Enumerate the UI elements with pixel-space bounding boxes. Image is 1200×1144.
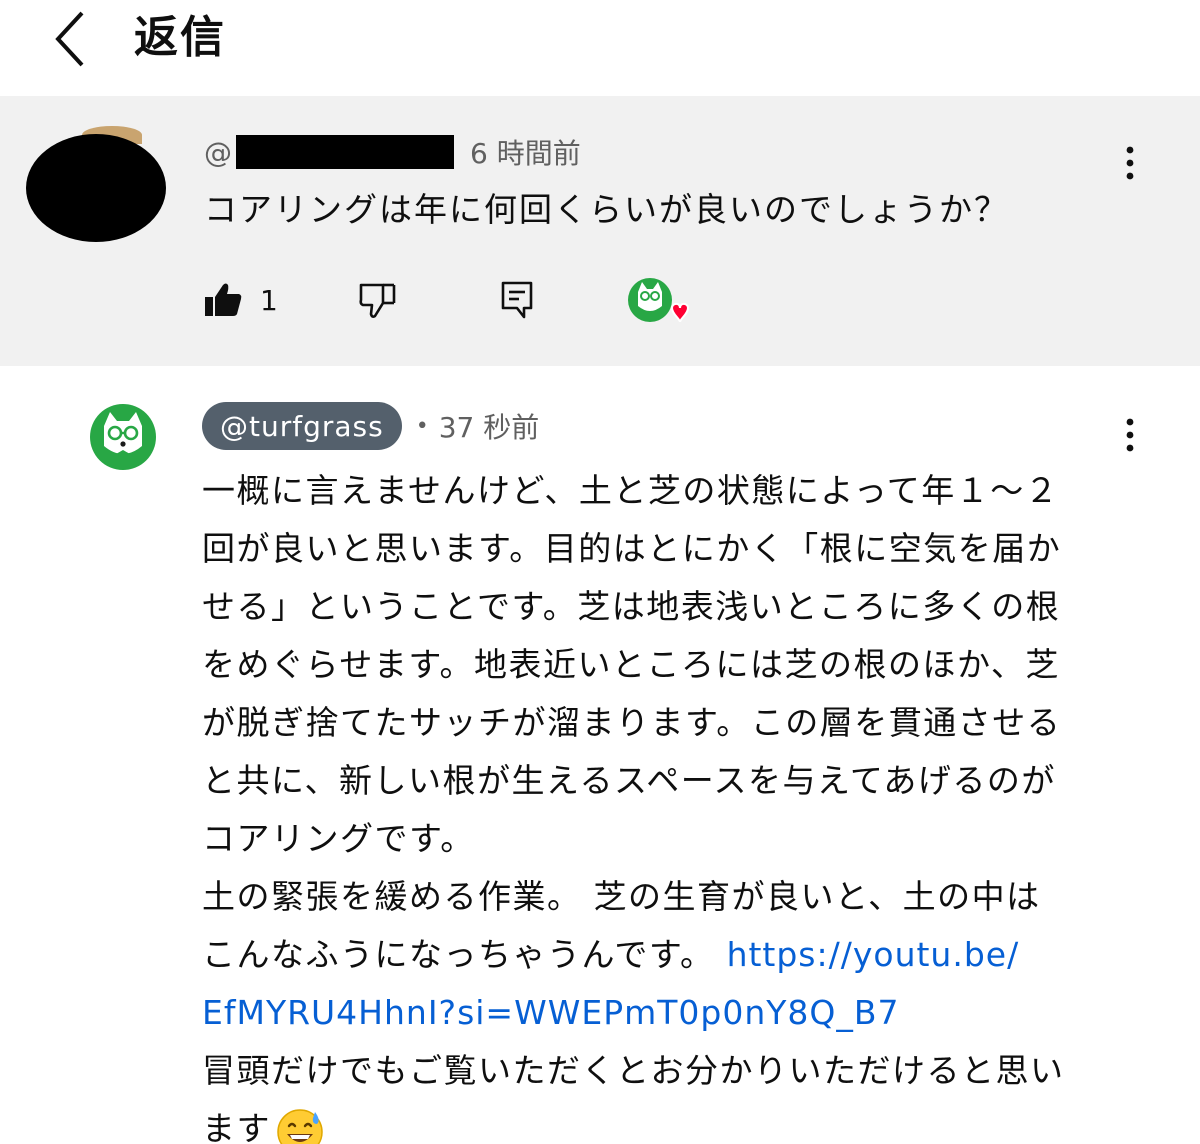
reply-line-last: ます [202,1100,1132,1144]
page-title: 返信 [134,12,226,63]
author-at-sign: @ [204,135,232,169]
sweat-smile-emoji-icon [277,1108,323,1144]
reply-line: 冒頭だけでもご覧いただくとお分かりいただけると思い [202,1051,1065,1090]
redacted-avatar[interactable] [26,134,166,242]
dislike-button[interactable] [358,272,398,328]
reply-line-with-link: こんなふうになっちゃうんです。 https://youtu.be/ [202,926,1132,984]
turfgrass-avatar[interactable] [90,404,156,470]
reply-line: と共に、新しい根が生えるスペースを与えてあげるのが [202,761,1056,800]
thumb-down-icon [359,283,396,318]
parent-comment: @ 6 時間前 コアリングは年に何回くらいが良いのでしょうか？ 1 [0,96,1200,366]
like-count: 1 [260,283,278,317]
reply-line: コアリングです。 [202,819,475,858]
reply-button[interactable] [500,272,534,328]
reply-line: せる」ということです。芝は地表浅いところに多くの根 [202,587,1061,626]
reply-more-button[interactable] [1110,410,1150,460]
reply-text: 一概に言えませんけど、土と芝の状態によって年１～２ 回が良いと思います。目的はと… [202,462,1132,1144]
reply-comment-icon [501,281,533,319]
comment-actions: 1 [204,272,804,332]
more-vert-icon [1126,418,1134,452]
separator-dot: • [415,413,429,439]
creator-heart-icon [628,278,690,323]
reply-meta: @turfgrass • 37 秒前 [202,402,539,450]
parent-comment-text: コアリングは年に何回くらいが良いのでしょうか？ [204,190,1009,229]
parent-comment-meta: @ 6 時間前 [204,132,581,172]
redacted-username[interactable] [236,135,454,169]
reply-line: が脱ぎ捨てたサッチが溜まります。この層を貫通させる [202,703,1062,742]
comment-timestamp: 6 時間前 [470,137,581,170]
youtube-link-continued[interactable]: EfMYRU4HhnI?si=WWEPmT0p0nY8Q_B7 [202,993,900,1032]
reply-line-text: こんなふうになっちゃうんです。 [202,935,715,974]
parent-more-button[interactable] [1110,138,1150,188]
youtube-link[interactable]: https://youtu.be/ [727,935,1020,974]
reply-line: 土の緊張を緩める作業。 芝の生育が良いと、土の中は [202,877,1041,916]
back-button[interactable] [40,6,100,72]
thumb-up-icon [205,283,242,316]
reply-line: をめぐらせます。地表近いところには芝の根のほか、芝 [202,645,1060,684]
like-button[interactable]: 1 [204,272,278,328]
reply-line-text: ます [202,1109,271,1144]
reply-line-link: EfMYRU4HhnI?si=WWEPmT0p0nY8Q_B7 [202,984,1132,1042]
creator-handle-chip[interactable]: @turfgrass [202,402,402,450]
app-header: 返信 [0,0,1200,96]
reply-line: 一概に言えませんけど、土と芝の状態によって年１～２ [202,471,1060,510]
more-vert-icon [1126,146,1134,180]
back-chevron-icon [55,11,84,67]
reply-line: 回が良いと思います。目的はとにかく「根に空気を届か [202,529,1062,568]
reply-timestamp: 37 秒前 [438,411,540,444]
